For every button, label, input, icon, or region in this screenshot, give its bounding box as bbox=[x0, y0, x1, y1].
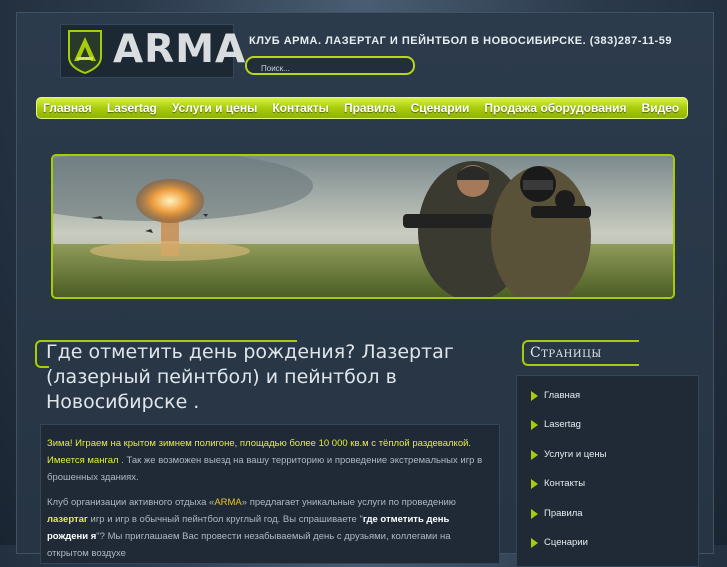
nav-item-video[interactable]: Видео bbox=[642, 101, 680, 115]
sidebar-item-lasertag[interactable]: Lasertag bbox=[531, 419, 581, 430]
paragraph-2: Клуб организации активного отдыха «ARMA»… bbox=[47, 494, 493, 562]
arrow-right-icon bbox=[531, 449, 538, 460]
nav-item-lasertag[interactable]: Lasertag bbox=[107, 101, 157, 115]
paragraph-2-text-d: "? Мы приглашаем Вас провести незабываем… bbox=[47, 531, 451, 559]
arrow-right-icon bbox=[531, 508, 538, 519]
paragraph-2-text-a: Клуб организации активного отдыха « bbox=[47, 497, 215, 508]
sidebar-menu: Главная Lasertag Услуги и цены Контакты … bbox=[516, 375, 699, 567]
nav-item-services[interactable]: Услуги и цены bbox=[172, 101, 258, 115]
article-content: Зима! Играем на крытом зимнем полигоне, … bbox=[40, 424, 500, 564]
page-title: Где отметить день рождения? Лазертаг (ла… bbox=[46, 341, 454, 413]
sidebar-item-label: Услуги и цены bbox=[544, 449, 607, 460]
sidebar-item-home[interactable]: Главная bbox=[531, 390, 580, 401]
sidebar-item-services[interactable]: Услуги и цены bbox=[531, 449, 607, 460]
paragraph-2-text-b: » предлагает уникальные услуги по провед… bbox=[241, 497, 456, 508]
arrow-right-icon bbox=[531, 419, 538, 430]
logo-shield-icon bbox=[68, 30, 102, 75]
search-box[interactable] bbox=[245, 56, 415, 76]
nav-item-scenarios[interactable]: Сценарии bbox=[411, 101, 470, 115]
nav-item-rules[interactable]: Правила bbox=[344, 101, 396, 115]
banner-image bbox=[53, 156, 673, 297]
sidebar-item-rules[interactable]: Правила bbox=[531, 508, 583, 519]
sidebar-item-label: Lasertag bbox=[544, 419, 581, 430]
nav-item-contacts[interactable]: Контакты bbox=[272, 101, 329, 115]
hero-banner bbox=[51, 154, 675, 299]
sidebar-item-label: Главная bbox=[544, 390, 581, 401]
sidebar-item-label: Контакты bbox=[544, 478, 586, 489]
arrow-right-icon bbox=[531, 390, 538, 401]
site-logo[interactable]: ARMA bbox=[60, 24, 245, 78]
main-nav: Главная Lasertag Услуги и цены Контакты … bbox=[36, 97, 688, 119]
sidebar-item-label: Сценарии bbox=[544, 537, 588, 548]
sidebar-item-contacts[interactable]: Контакты bbox=[531, 478, 585, 489]
site-title: КЛУБ АРМА. ЛАЗЕРТАГ И ПЕЙНТБОЛ В НОВОСИБ… bbox=[249, 35, 672, 47]
logo-text: ARMA bbox=[113, 27, 247, 72]
arrow-right-icon bbox=[531, 537, 538, 548]
sidebar-title: Страницы bbox=[530, 345, 602, 361]
brand-name: ARMA bbox=[214, 497, 242, 508]
nav-item-equipment[interactable]: Продажа оборудования bbox=[484, 101, 626, 115]
paragraph-1: Зима! Играем на крытом зимнем полигоне, … bbox=[47, 435, 493, 486]
sidebar-item-label: Правила bbox=[544, 508, 583, 519]
search-input[interactable] bbox=[247, 61, 401, 76]
sidebar-item-scenarios[interactable]: Сценарии bbox=[531, 537, 588, 548]
arrow-right-icon bbox=[531, 478, 538, 489]
lasertag-highlight: лазертаг bbox=[47, 514, 88, 525]
nav-item-home[interactable]: Главная bbox=[43, 101, 92, 115]
paragraph-2-text-c: игр и игр в обычный пейнтбол круглый год… bbox=[90, 514, 363, 525]
